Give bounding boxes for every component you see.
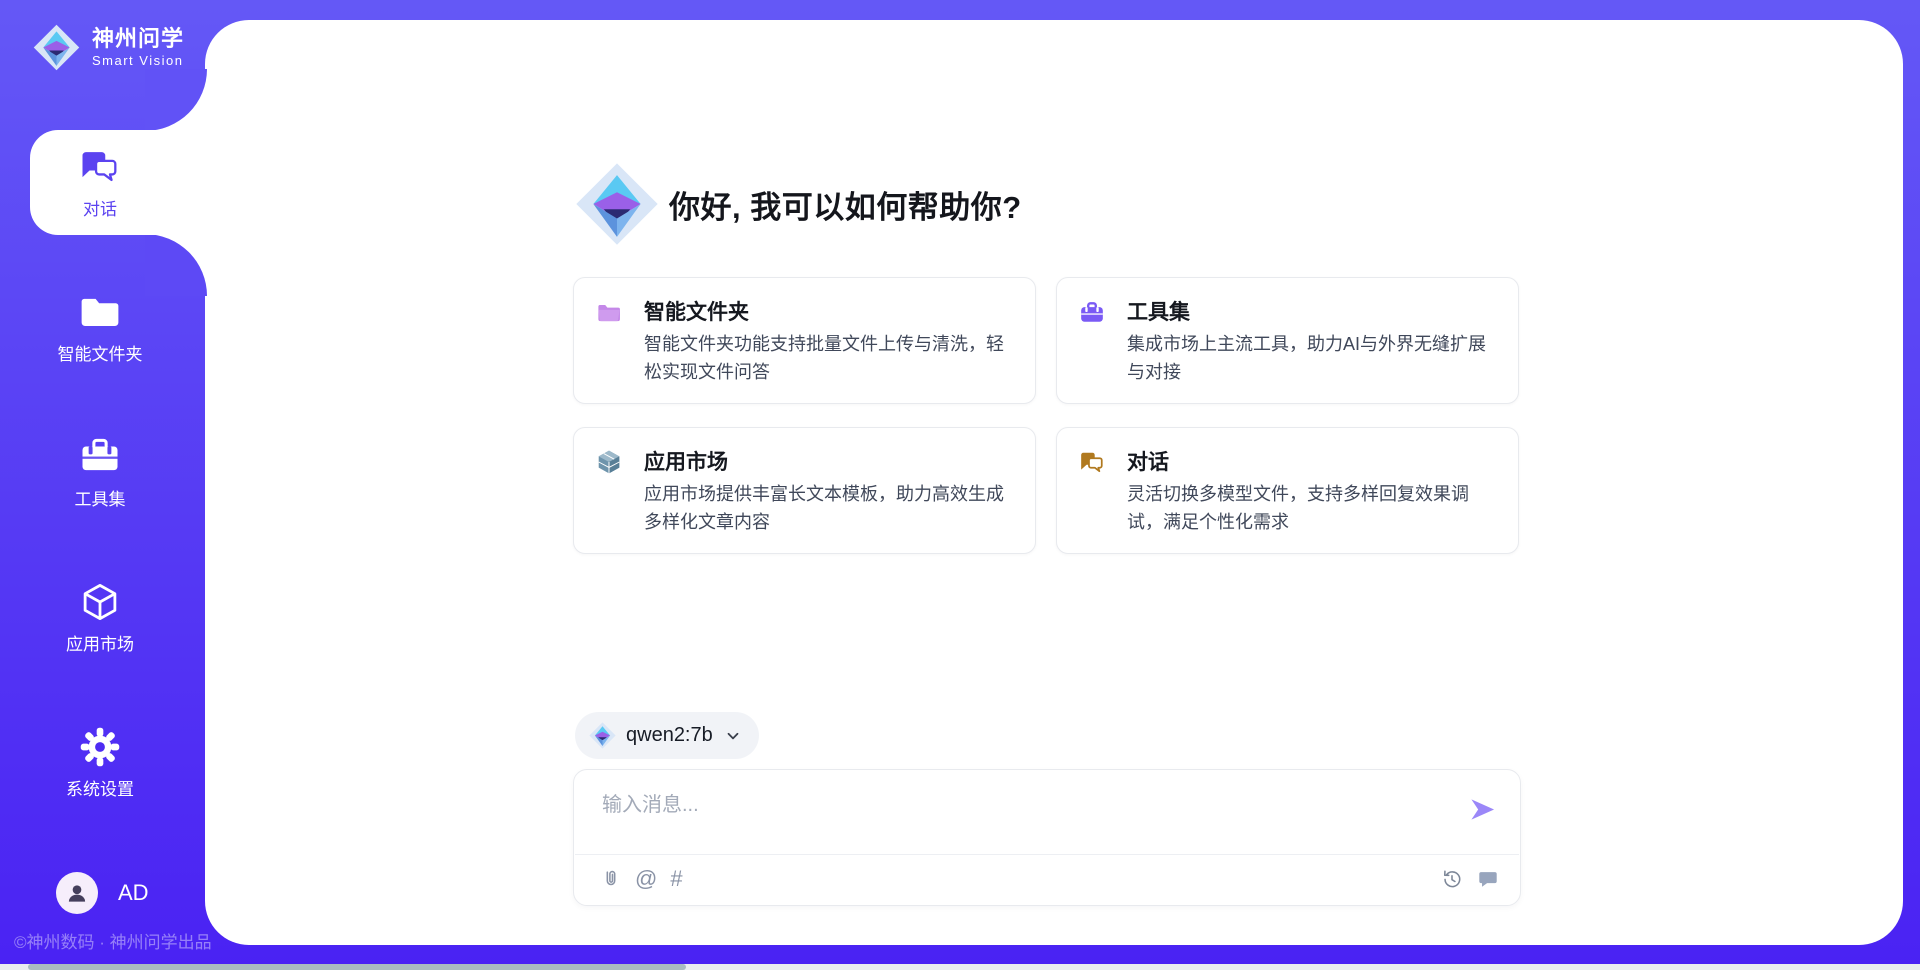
sidebar-item-smart-folder[interactable]: 智能文件夹 [30,291,170,383]
card-description: 智能文件夹功能支持批量文件上传与清洗，轻松实现文件问答 [644,330,1015,386]
user-name: AD [118,880,149,906]
composer: @ # [573,769,1521,906]
mention-icon[interactable]: @ [635,868,657,890]
card-smart-folder[interactable]: 智能文件夹 智能文件夹功能支持批量文件上传与清洗，轻松实现文件问答 [573,277,1036,404]
sidebar-item-label: 应用市场 [66,630,134,655]
sidebar-item-toolset[interactable]: 工具集 [30,436,170,528]
greeting-block: 你好, 我可以如何帮助你? [575,162,1022,246]
chat-icon [1079,449,1105,475]
brand-logo: 神州问学 Smart Vision [33,24,184,71]
card-description: 应用市场提供丰富长文本模板，助力高效生成多样化文章内容 [644,480,1015,536]
card-title: 应用市场 [644,446,728,476]
message-input[interactable] [600,784,1454,826]
brand-gem-icon [33,24,80,71]
sidebar-item-app-market[interactable]: 应用市场 [30,581,170,673]
folder-icon [79,291,121,333]
copyright-text: ©神州数码 · 神州问学出品 [14,928,212,953]
card-toolset[interactable]: 工具集 集成市场上主流工具，助力AI与外界无缝扩展与对接 [1056,277,1519,404]
sidebar-item-settings[interactable]: 系统设置 [30,726,170,818]
card-app-market[interactable]: 应用市场 应用市场提供丰富长文本模板，助力高效生成多样化文章内容 [573,427,1036,554]
model-gem-icon [589,722,616,749]
sidebar-item-label: 工具集 [75,485,126,510]
cube-icon [79,581,121,623]
chat-icon [79,146,121,188]
card-description: 灵活切换多模型文件，支持多样回复效果调试，满足个性化需求 [1127,480,1498,536]
card-title: 对话 [1127,446,1169,476]
chat-bubble-icon[interactable] [1477,868,1499,890]
brand-gem-icon [575,162,659,246]
sidebar: 神州问学 Smart Vision 对话 智能文件夹 工具集 [0,0,205,970]
toolbox-icon [79,436,121,478]
attachment-icon[interactable] [600,868,622,890]
sidebar-item-chat[interactable]: 对话 [30,146,170,238]
chevron-down-icon [725,728,741,744]
sidebar-item-label: 系统设置 [66,775,134,800]
toolbox-icon [1079,299,1105,325]
sidebar-item-label: 对话 [83,195,117,220]
hashtag-icon[interactable]: # [670,868,682,890]
sidebar-item-label: 智能文件夹 [58,340,143,365]
horizontal-scrollbar[interactable] [0,964,1920,970]
card-title: 智能文件夹 [644,296,749,326]
model-selector[interactable]: qwen2:7b [575,712,759,759]
user-account[interactable]: AD [56,872,149,914]
brand-name: 神州问学 [92,27,184,51]
person-icon [64,880,90,906]
card-description: 集成市场上主流工具，助力AI与外界无缝扩展与对接 [1127,330,1498,386]
send-icon[interactable] [1469,796,1496,823]
cube-grid-icon [596,449,622,475]
composer-divider [575,854,1519,855]
model-name: qwen2:7b [626,724,713,747]
scrollbar-thumb[interactable] [28,964,686,970]
card-chat[interactable]: 对话 灵活切换多模型文件，支持多样回复效果调试，满足个性化需求 [1056,427,1519,554]
greeting-text: 你好, 我可以如何帮助你? [669,182,1022,227]
main-panel: 你好, 我可以如何帮助你? 智能文件夹 智能文件夹功能支持批量文件上传与清洗，轻… [205,20,1903,945]
card-title: 工具集 [1127,296,1190,326]
gear-icon [79,726,121,768]
history-icon[interactable] [1441,868,1463,890]
avatar [56,872,98,914]
brand-subtitle: Smart Vision [92,53,184,68]
folder-icon [596,299,622,325]
